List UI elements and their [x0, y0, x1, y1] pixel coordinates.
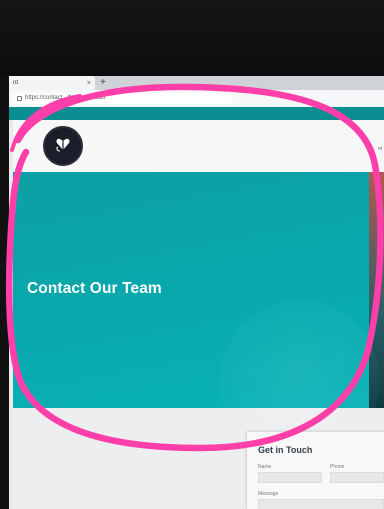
site-header: ni: [13, 120, 384, 172]
lock-icon: [17, 96, 22, 101]
tab-title: nt: [13, 80, 19, 86]
name-label: Name: [258, 464, 272, 470]
site-logo[interactable]: [43, 126, 83, 166]
contact-form-title: Get in Touch: [258, 445, 313, 455]
url-field[interactable]: https://contact...ify.app/contact: [13, 93, 233, 104]
browser-tab-strip: nt × +: [9, 76, 384, 90]
monitor-screen: nt × + https://contact...ify.app/contact…: [9, 76, 384, 509]
hero-image-edge: [369, 172, 384, 408]
message-field[interactable]: [258, 499, 384, 509]
page-top-strip: [9, 107, 384, 120]
hero-banner: Contact Our Team: [13, 172, 369, 408]
tab-close-icon[interactable]: ×: [87, 80, 91, 87]
monitor-bezel: [0, 75, 9, 509]
phone-field[interactable]: [330, 472, 384, 483]
room-background: [0, 0, 384, 75]
hero-title: Contact Our Team: [27, 280, 162, 297]
browser-tab[interactable]: nt ×: [9, 76, 95, 90]
address-bar: https://contact...ify.app/contact: [9, 90, 384, 108]
name-field[interactable]: [258, 472, 322, 483]
url-text: https://contact...ify.app/contact: [25, 95, 106, 101]
contact-form-card: Get in Touch Name Phone Message: [247, 432, 384, 509]
new-tab-button[interactable]: +: [100, 76, 106, 90]
message-label: Message: [258, 491, 279, 497]
phone-label: Phone: [330, 464, 345, 470]
nav-link[interactable]: ni: [378, 146, 382, 152]
logo-heart-icon: [56, 138, 70, 152]
